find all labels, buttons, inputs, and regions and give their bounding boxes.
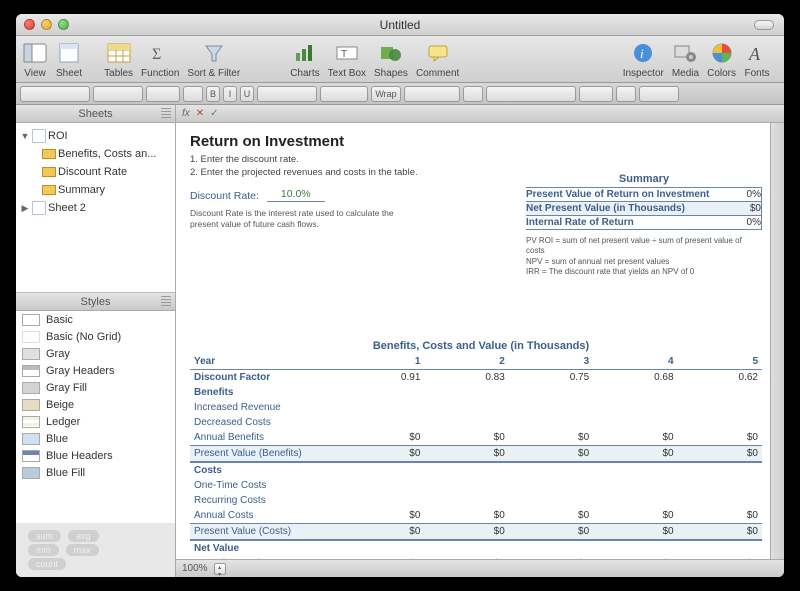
sum-pill[interactable]: sum bbox=[28, 530, 61, 542]
fx-icon: fx bbox=[182, 108, 190, 119]
svg-text:T: T bbox=[341, 49, 347, 60]
function-button[interactable]: Σ Function bbox=[141, 40, 179, 79]
formula-bar[interactable]: fx ✕ ✓ bbox=[176, 105, 784, 123]
format-bar: B I U Wrap bbox=[16, 83, 784, 105]
font-family-select[interactable] bbox=[20, 86, 90, 102]
svg-text:A: A bbox=[748, 44, 761, 64]
textbox-button[interactable]: T Text Box bbox=[328, 40, 366, 79]
fill-color-button[interactable] bbox=[463, 86, 483, 102]
table-row-benefits[interactable]: Benefits, Costs an... bbox=[16, 145, 175, 163]
underline-button[interactable]: U bbox=[240, 86, 254, 102]
wrap-button[interactable]: Wrap bbox=[371, 86, 401, 102]
borders-segment[interactable] bbox=[486, 86, 576, 102]
zoom-stepper[interactable]: ▴▾ bbox=[214, 563, 226, 575]
text-color-button[interactable] bbox=[183, 86, 203, 102]
quick-formula-pills: sum avg min max count bbox=[16, 523, 175, 577]
table-icon bbox=[42, 149, 56, 159]
italic-button[interactable]: I bbox=[223, 86, 237, 102]
vertical-scrollbar[interactable] bbox=[770, 123, 784, 559]
count-pill[interactable]: count bbox=[28, 558, 66, 570]
font-style-select[interactable] bbox=[93, 86, 143, 102]
sheet-icon bbox=[32, 201, 46, 215]
style-item[interactable]: Blue Fill bbox=[16, 464, 175, 481]
sheet-icon bbox=[32, 129, 46, 143]
app-window: Untitled View Sheet Tables Σ Function So… bbox=[16, 14, 784, 577]
svg-text:Σ: Σ bbox=[152, 46, 161, 63]
bold-button[interactable]: B bbox=[206, 86, 220, 102]
styles-list: Basic Basic (No Grid) Gray Gray Headers … bbox=[16, 311, 175, 523]
style-item[interactable]: Gray Fill bbox=[16, 379, 175, 396]
media-button[interactable]: Media bbox=[672, 40, 699, 79]
cancel-formula-icon[interactable]: ✕ bbox=[196, 108, 204, 119]
table-row-summary[interactable]: Summary bbox=[16, 181, 175, 199]
font-size-select[interactable] bbox=[146, 86, 180, 102]
content-area: fx ✕ ✓ Return on Investment 1. Enter the… bbox=[176, 105, 784, 577]
summary-table[interactable]: Summary Present Value of Return on Inves… bbox=[526, 173, 762, 278]
tables-button[interactable]: Tables bbox=[104, 40, 133, 79]
min-pill[interactable]: min bbox=[28, 544, 59, 556]
style-item[interactable]: Blue bbox=[16, 430, 175, 447]
accept-formula-icon[interactable]: ✓ bbox=[210, 108, 218, 119]
styles-panel-header: Styles bbox=[16, 293, 175, 311]
sheet-row-roi[interactable]: ▼ROI bbox=[16, 127, 175, 145]
toolbar-toggle-button[interactable] bbox=[754, 20, 774, 30]
window-title: Untitled bbox=[16, 18, 784, 32]
style-item[interactable]: Beige bbox=[16, 396, 175, 413]
page-title: Return on Investment bbox=[190, 133, 772, 150]
cell-format-select[interactable] bbox=[404, 86, 460, 102]
table-row-discount[interactable]: Discount Rate bbox=[16, 163, 175, 181]
table-icon bbox=[42, 167, 56, 177]
max-pill[interactable]: max bbox=[66, 544, 99, 556]
status-bar: 100% ▴▾ bbox=[176, 559, 784, 577]
panel-grip-icon[interactable] bbox=[161, 108, 171, 118]
panel-grip-icon[interactable] bbox=[161, 296, 171, 306]
sheet-canvas[interactable]: Return on Investment 1. Enter the discou… bbox=[176, 123, 784, 559]
paragraph-align-segment[interactable] bbox=[257, 86, 317, 102]
avg-pill[interactable]: avg bbox=[68, 530, 99, 542]
fonts-button[interactable]: A Fonts bbox=[744, 40, 770, 79]
sort-filter-button[interactable]: Sort & Filter bbox=[187, 40, 240, 79]
discount-rate-note: Discount Rate is the interest rate used … bbox=[190, 208, 410, 230]
sheet-button[interactable]: Sheet bbox=[56, 40, 82, 79]
sheet-row-sheet2[interactable]: ▶Sheet 2 bbox=[16, 199, 175, 217]
style-item[interactable]: Gray bbox=[16, 345, 175, 362]
border-style-select[interactable] bbox=[579, 86, 613, 102]
shapes-button[interactable]: Shapes bbox=[374, 40, 408, 79]
main-toolbar: View Sheet Tables Σ Function Sort & Filt… bbox=[16, 36, 784, 83]
style-item[interactable]: Basic bbox=[16, 311, 175, 328]
svg-text:i: i bbox=[640, 46, 644, 61]
charts-button[interactable]: Charts bbox=[290, 40, 319, 79]
discount-rate-label: Discount Rate: bbox=[190, 190, 259, 202]
sheets-tree: ▼ROI Benefits, Costs an... Discount Rate… bbox=[16, 123, 175, 293]
style-item[interactable]: Basic (No Grid) bbox=[16, 328, 175, 345]
style-item[interactable]: Ledger bbox=[16, 413, 175, 430]
arrange-segment[interactable] bbox=[639, 86, 679, 102]
style-item[interactable]: Gray Headers bbox=[16, 362, 175, 379]
titlebar: Untitled bbox=[16, 14, 784, 36]
zoom-level[interactable]: 100% bbox=[182, 563, 208, 574]
view-button[interactable]: View bbox=[22, 40, 48, 79]
sidebar: Sheets ▼ROI Benefits, Costs an... Discou… bbox=[16, 105, 176, 577]
inspector-button[interactable]: i Inspector bbox=[623, 40, 664, 79]
comment-button[interactable]: Comment bbox=[416, 40, 459, 79]
colors-button[interactable]: Colors bbox=[707, 40, 736, 79]
style-item[interactable]: Blue Headers bbox=[16, 447, 175, 464]
instruction-text: 1. Enter the discount rate. bbox=[190, 154, 772, 165]
benefits-costs-table[interactable]: Benefits, Costs and Value (in Thousands)… bbox=[190, 340, 772, 559]
border-color-button[interactable] bbox=[616, 86, 636, 102]
vertical-align-segment[interactable] bbox=[320, 86, 368, 102]
sheets-panel-header: Sheets bbox=[16, 105, 175, 123]
discount-rate-cell[interactable]: 10.0% bbox=[267, 188, 325, 202]
table-icon bbox=[42, 185, 56, 195]
